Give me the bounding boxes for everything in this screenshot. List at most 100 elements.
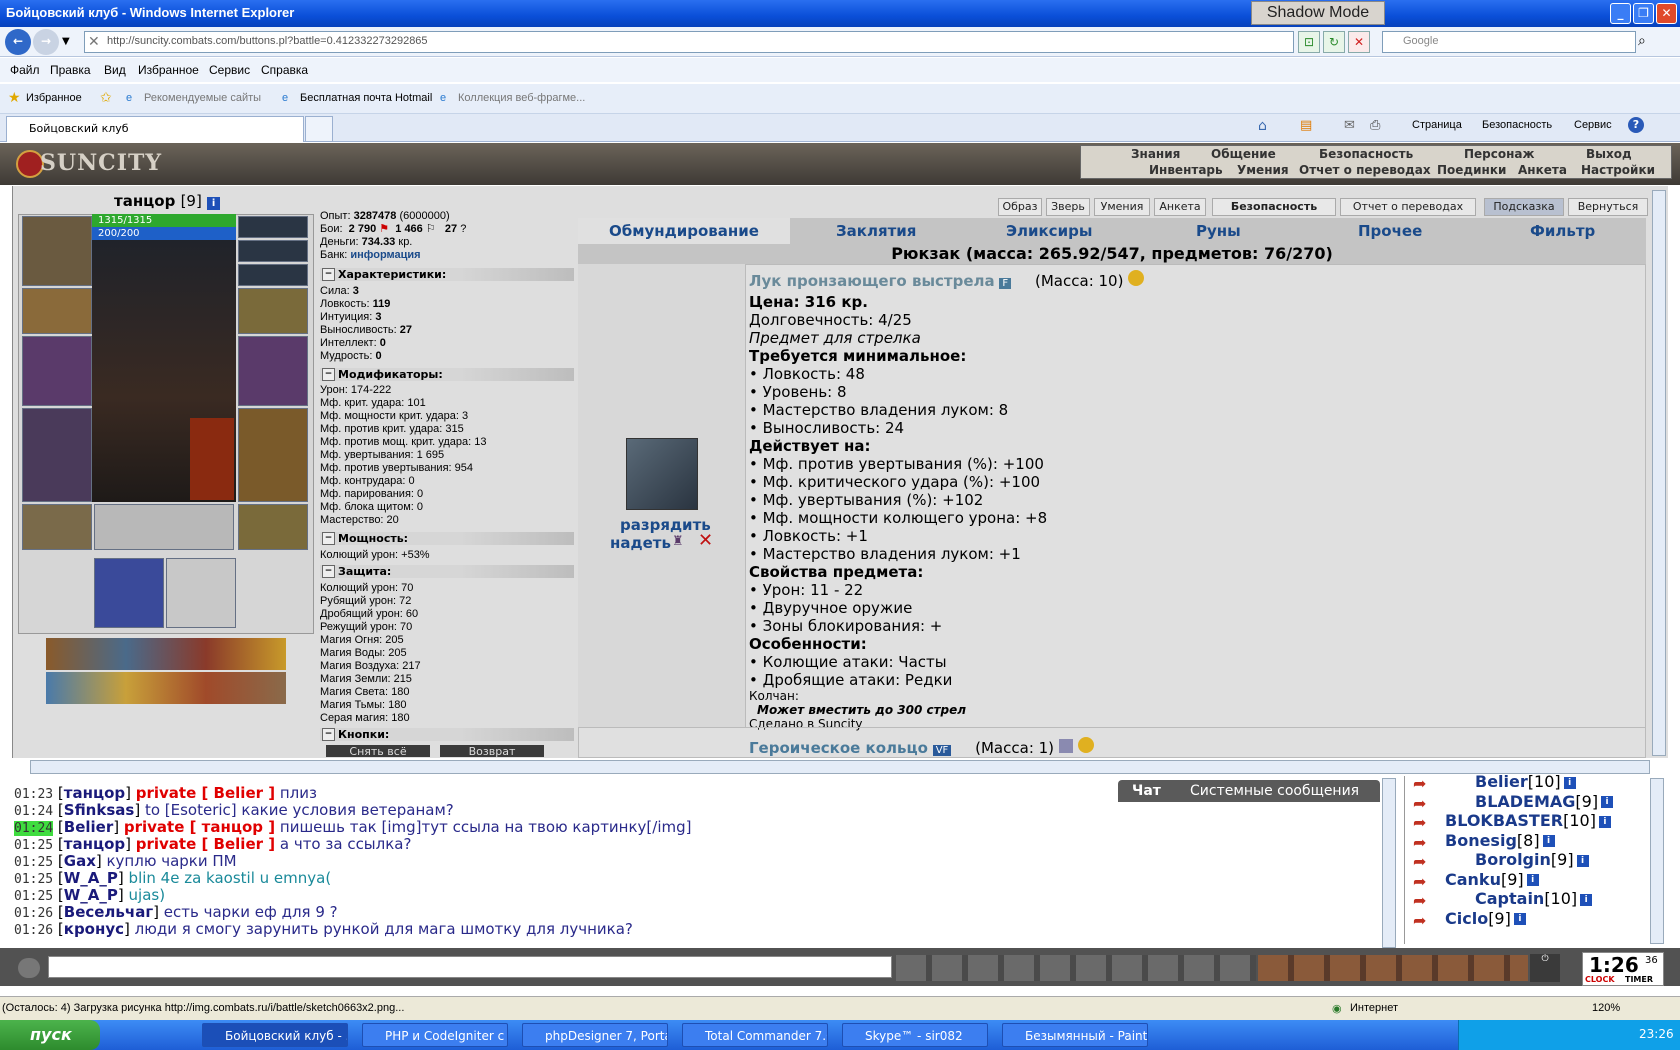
nav-transfer-report[interactable]: Отчет о переводах <box>1299 163 1431 177</box>
tools-menu[interactable]: Сервис <box>1574 119 1612 131</box>
nav-security[interactable]: Безопасность <box>1319 147 1413 161</box>
hotmail-link[interactable]: Бесплатная почта Hotmail <box>300 92 432 104</box>
user-name[interactable]: Belier[10] i <box>1475 772 1576 791</box>
tab-spells[interactable]: Заклятия <box>836 222 916 240</box>
compat-icon[interactable]: ⊡ <box>1298 31 1320 53</box>
task-total-commander[interactable]: Total Commander 7.0... <box>682 1023 828 1047</box>
helmet-slot[interactable] <box>22 216 92 286</box>
nav-inventory[interactable]: Инвентарь <box>1149 163 1223 177</box>
next-item-name[interactable]: Героическое кольцо <box>749 739 928 757</box>
stop-icon[interactable]: ✕ <box>1348 31 1370 53</box>
nav-character[interactable]: Персонаж <box>1464 147 1534 161</box>
safety-menu[interactable]: Безопасность <box>1482 119 1552 131</box>
hint-button[interactable]: Подсказка <box>1484 198 1564 216</box>
private-message-icon[interactable]: ➦ <box>1413 794 1426 813</box>
chat-nick[interactable]: Belier <box>64 818 113 836</box>
chat-tool-buttons[interactable] <box>896 955 1256 981</box>
chat-nick[interactable]: танцор <box>64 784 125 802</box>
nav-communication[interactable]: Общение <box>1211 147 1276 161</box>
back-button[interactable]: Вернуться <box>1568 198 1648 216</box>
users-scrollbar[interactable] <box>1650 778 1664 944</box>
history-dropdown-icon[interactable]: ▼ <box>62 36 70 47</box>
info-icon[interactable]: i <box>1513 913 1526 925</box>
chat-time[interactable]: 01:24 <box>14 821 54 836</box>
nav-exit[interactable]: Выход <box>1586 147 1632 161</box>
exit-button[interactable]: ⏻ <box>1530 954 1560 982</box>
section-defense[interactable]: − Защита: <box>320 565 574 578</box>
chat-scrollbar[interactable] <box>1382 778 1396 948</box>
nav-profile[interactable]: Анкета <box>1518 163 1567 177</box>
user-name[interactable]: Ciclo[9] i <box>1445 909 1526 928</box>
zoom-level[interactable]: 120% <box>1592 1002 1620 1014</box>
security-button[interactable]: Безопасность <box>1212 198 1336 216</box>
browser-tab[interactable]: Бойцовский клуб <box>6 116 304 142</box>
new-tab-button[interactable] <box>305 116 333 142</box>
menu-help[interactable]: Справка <box>261 63 308 77</box>
chat-private-tag[interactable]: private [ танцор ] <box>124 818 275 836</box>
tab-filter[interactable]: Фильтр <box>1530 222 1595 240</box>
user-name[interactable]: Borolgin[9] i <box>1475 850 1589 869</box>
tab-chat[interactable]: Чат <box>1132 783 1161 799</box>
offhand-slot[interactable] <box>238 336 308 406</box>
minimize-icon[interactable]: _ <box>1610 3 1631 24</box>
transfer-report-button[interactable]: Отчет о переводах <box>1340 198 1476 216</box>
amulet-slot[interactable] <box>238 240 308 262</box>
search-icon[interactable]: ⌕ <box>1638 33 1646 49</box>
nav-fights[interactable]: Поединки <box>1437 163 1506 177</box>
help-icon[interactable]: ? <box>1628 117 1644 133</box>
chat-private-tag[interactable]: private [ Belier ] <box>136 835 275 853</box>
chat-time[interactable]: 01:25 <box>14 872 53 887</box>
earrings-slot[interactable] <box>238 216 308 238</box>
bank-info-link[interactable]: информация <box>350 249 420 261</box>
chat-time[interactable]: 01:25 <box>14 855 53 870</box>
add-favorite-icon[interactable]: ✩ <box>100 89 112 106</box>
menu-favorites[interactable]: Избранное <box>138 63 199 77</box>
start-button[interactable]: пуск <box>0 1020 100 1050</box>
empty-bag-slot[interactable] <box>166 558 236 628</box>
action-buttons[interactable] <box>1258 955 1528 981</box>
info-icon[interactable]: i <box>1542 835 1555 847</box>
user-name[interactable]: Canku[9] i <box>1445 870 1539 889</box>
task-combats[interactable]: Бойцовский клуб - ... <box>202 1023 348 1047</box>
chat-time[interactable]: 01:25 <box>14 889 53 904</box>
user-row[interactable]: ➦ Belier[10] i <box>1405 772 1645 793</box>
print-icon[interactable]: ⎙ <box>1370 118 1380 133</box>
info-icon[interactable]: i <box>1526 874 1539 886</box>
skills-button[interactable]: Умения <box>1094 198 1150 216</box>
return-button[interactable]: Возврат <box>440 745 544 757</box>
chat-nick[interactable]: Весельчаг <box>64 903 153 921</box>
chat-nick[interactable]: W_A_P <box>64 869 118 887</box>
task-php[interactable]: PHP и CodeIgniter с ... <box>362 1023 508 1047</box>
user-row[interactable]: ➦ BLOKBASTER[10] i <box>1405 811 1645 832</box>
equip-icon[interactable]: ♜ <box>672 534 684 549</box>
tab-elixirs[interactable]: Эликсиры <box>1006 222 1092 240</box>
shadow-mode-button[interactable]: Shadow Mode <box>1251 1 1385 25</box>
task-phpdesigner[interactable]: phpDesigner 7, Porta... <box>522 1023 668 1047</box>
user-row[interactable]: ➦ Ciclo[9] i <box>1405 909 1645 930</box>
info-icon[interactable]: i <box>1598 815 1611 828</box>
nav-settings[interactable]: Настройки <box>1581 163 1655 177</box>
favorites-button[interactable]: Избранное <box>26 92 82 104</box>
webslice-gallery-link[interactable]: Коллекция веб-фрагме... <box>458 92 585 104</box>
private-message-icon[interactable]: ➦ <box>1413 833 1426 852</box>
chat-input[interactable] <box>48 956 892 978</box>
chat-nick[interactable]: кронус <box>64 920 124 938</box>
user-row[interactable]: ➦ BLADEMAG[9] i <box>1405 792 1645 813</box>
section-characteristics[interactable]: − Характеристики: <box>320 268 574 281</box>
menu-tools[interactable]: Сервис <box>209 63 250 77</box>
tray-clock[interactable]: 23:26 <box>1639 1027 1674 1041</box>
private-message-icon[interactable]: ➦ <box>1413 911 1426 930</box>
chat-mode-icon[interactable] <box>18 958 40 978</box>
search-input[interactable]: Google <box>1382 31 1636 53</box>
chat-time[interactable]: 01:26 <box>14 923 53 938</box>
maximize-icon[interactable]: ❐ <box>1633 3 1654 24</box>
private-message-icon[interactable]: ➦ <box>1413 813 1426 832</box>
private-message-icon[interactable]: ➦ <box>1413 872 1426 891</box>
chat-time[interactable]: 01:24 <box>14 804 53 819</box>
armor-slot[interactable] <box>22 408 92 502</box>
bag-item-icon[interactable] <box>190 418 234 500</box>
profile-button[interactable]: Анкета <box>1154 198 1206 216</box>
forward-icon[interactable]: → <box>33 29 59 55</box>
rings-slot[interactable] <box>238 264 308 286</box>
refresh-icon[interactable]: ↻ <box>1323 31 1345 53</box>
